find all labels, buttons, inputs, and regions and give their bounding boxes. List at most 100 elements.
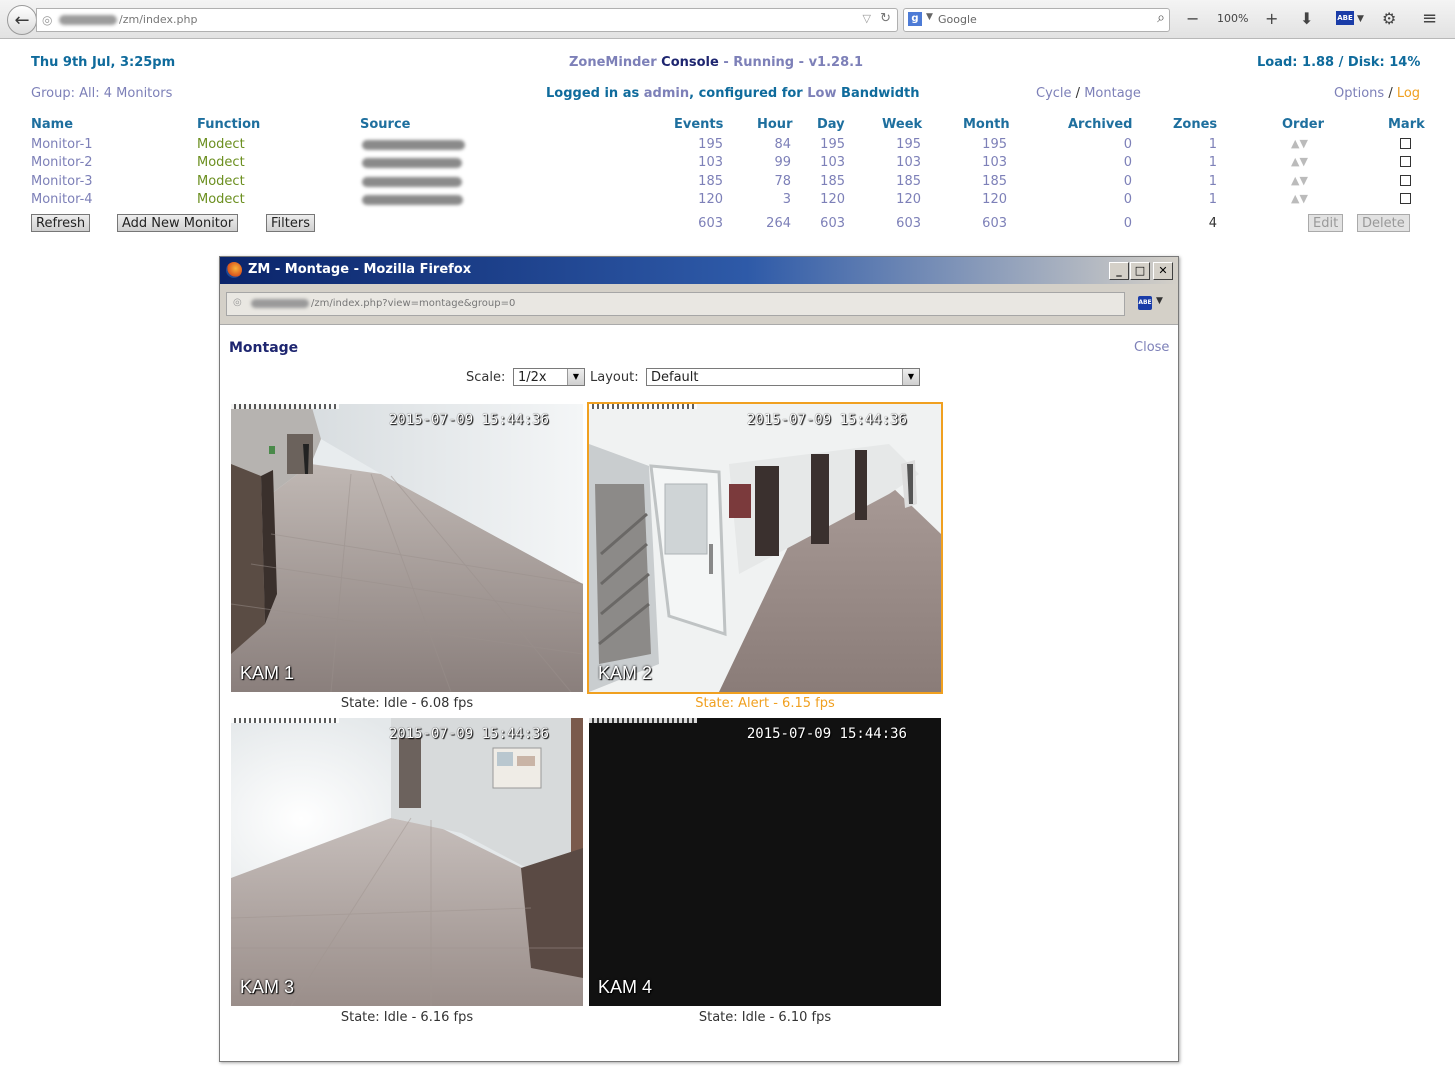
week-count[interactable]: 120 xyxy=(880,192,921,207)
version-link[interactable]: v1.28.1 xyxy=(809,55,864,70)
options-link[interactable]: Options xyxy=(1334,86,1384,101)
layout-select[interactable]: Default ▼ xyxy=(646,368,920,386)
col-header-function[interactable]: Function xyxy=(197,117,260,132)
monitor-function-link[interactable]: Modect xyxy=(197,174,245,189)
adblock-icon[interactable]: ABE xyxy=(1138,296,1152,310)
status-link[interactable]: Running xyxy=(733,55,794,70)
monitor-source-link[interactable] xyxy=(362,177,462,187)
url-history-dropdown-icon[interactable]: ▽ xyxy=(863,12,871,25)
reload-icon[interactable]: ↻ xyxy=(880,11,891,26)
address-bar[interactable]: ◎ /zm/index.php ▽ ↻ xyxy=(36,8,898,32)
day-count[interactable]: 185 xyxy=(805,174,845,189)
monitor-function-link[interactable]: Modect xyxy=(197,155,245,170)
monitor-function-link[interactable]: Modect xyxy=(197,137,245,152)
events-count[interactable]: 103 xyxy=(680,155,723,170)
adblock-icon[interactable]: ABE xyxy=(1336,11,1354,25)
download-icon[interactable]: ⬇ xyxy=(1300,9,1313,28)
archived-count[interactable]: 0 xyxy=(1090,174,1132,189)
col-header-week[interactable]: Week xyxy=(882,117,922,132)
camera-feed-kam3[interactable]: 2015-07-09 15:44:36 KAM 3 xyxy=(231,718,583,1006)
col-header-month[interactable]: Month xyxy=(963,117,1010,132)
col-header-name[interactable]: Name xyxy=(31,117,73,132)
mark-checkbox[interactable] xyxy=(1400,156,1411,167)
events-count[interactable]: 120 xyxy=(680,192,723,207)
camera-feed-kam1[interactable]: 2015-07-09 15:44:36 KAM 1 xyxy=(231,404,583,692)
close-link[interactable]: Close xyxy=(1134,340,1169,355)
delete-button[interactable]: Delete xyxy=(1357,214,1410,232)
maximize-icon[interactable]: □ xyxy=(1130,262,1150,280)
col-header-archived[interactable]: Archived xyxy=(1068,117,1133,132)
refresh-button[interactable]: Refresh xyxy=(31,214,91,232)
col-header-source[interactable]: Source xyxy=(360,117,410,132)
camera-feed-kam2[interactable]: 2015-07-09 15:44:36 KAM 2 xyxy=(587,402,943,694)
monitor-source-link[interactable] xyxy=(362,140,465,150)
order-arrows-icon[interactable]: ▲▼ xyxy=(1291,155,1308,168)
cycle-link[interactable]: Cycle xyxy=(1036,86,1072,101)
edit-button[interactable]: Edit xyxy=(1308,214,1344,232)
col-header-events[interactable]: Events xyxy=(674,117,723,132)
month-count[interactable]: 185 xyxy=(966,174,1007,189)
monitor-name-link[interactable]: Monitor-3 xyxy=(31,174,93,189)
order-arrows-icon[interactable]: ▲▼ xyxy=(1291,174,1308,187)
col-header-day[interactable]: Day xyxy=(817,117,845,132)
log-link[interactable]: Log xyxy=(1397,86,1420,101)
week-count[interactable]: 185 xyxy=(880,174,921,189)
month-count[interactable]: 103 xyxy=(966,155,1007,170)
minimize-icon[interactable]: _ xyxy=(1109,262,1129,280)
order-arrows-icon[interactable]: ▲▼ xyxy=(1291,192,1308,205)
window-titlebar[interactable]: ZM - Montage - Mozilla Firefox _ □ ✕ xyxy=(220,257,1178,284)
zones-count[interactable]: 1 xyxy=(1175,155,1217,170)
col-header-zones[interactable]: Zones xyxy=(1173,117,1217,132)
mark-checkbox[interactable] xyxy=(1400,175,1411,186)
back-button[interactable]: ← xyxy=(7,5,37,35)
group-value[interactable]: All: xyxy=(79,86,100,101)
order-arrows-icon[interactable]: ▲▼ xyxy=(1291,137,1308,150)
zoom-out-icon[interactable]: − xyxy=(1186,9,1199,28)
day-count[interactable]: 103 xyxy=(805,155,845,170)
zones-count[interactable]: 1 xyxy=(1175,137,1217,152)
camera-feed-kam4[interactable]: 2015-07-09 15:44:36 KAM 4 xyxy=(589,718,941,1006)
montage-link[interactable]: Montage xyxy=(1084,86,1141,101)
archived-count[interactable]: 0 xyxy=(1090,155,1132,170)
menu-icon[interactable]: ≡ xyxy=(1422,8,1437,29)
group-selector[interactable]: Group: All: 4 Monitors xyxy=(31,86,172,101)
bandwidth-link[interactable]: Low xyxy=(807,86,836,101)
day-count[interactable]: 120 xyxy=(805,192,845,207)
archived-count[interactable]: 0 xyxy=(1090,137,1132,152)
search-icon[interactable]: ⌕ xyxy=(1157,10,1165,26)
events-count[interactable]: 195 xyxy=(680,137,723,152)
gear-icon[interactable]: ⚙ xyxy=(1382,9,1396,28)
week-count[interactable]: 103 xyxy=(880,155,921,170)
close-icon[interactable]: ✕ xyxy=(1153,262,1173,280)
zoom-level[interactable]: 100% xyxy=(1217,12,1248,25)
hour-count[interactable]: 3 xyxy=(750,192,791,207)
monitor-name-link[interactable]: Monitor-2 xyxy=(31,155,93,170)
day-count[interactable]: 195 xyxy=(805,137,845,152)
adblock-dropdown-icon[interactable]: ▼ xyxy=(1357,14,1364,24)
monitor-source-link[interactable] xyxy=(362,158,462,168)
zones-count[interactable]: 1 xyxy=(1175,174,1217,189)
events-count[interactable]: 185 xyxy=(680,174,723,189)
mark-checkbox[interactable] xyxy=(1400,193,1411,204)
zones-count[interactable]: 1 xyxy=(1175,192,1217,207)
month-count[interactable]: 120 xyxy=(966,192,1007,207)
monitor-source-link[interactable] xyxy=(362,195,463,205)
monitor-function-link[interactable]: Modect xyxy=(197,192,245,207)
zoom-in-icon[interactable]: + xyxy=(1265,9,1278,28)
hour-count[interactable]: 78 xyxy=(750,174,791,189)
adblock-dropdown-icon[interactable]: ▼ xyxy=(1156,296,1163,306)
scale-select[interactable]: 1/2x ▼ xyxy=(513,368,585,386)
archived-count[interactable]: 0 xyxy=(1090,192,1132,207)
hour-count[interactable]: 84 xyxy=(750,137,791,152)
hour-count[interactable]: 99 xyxy=(750,155,791,170)
monitor-name-link[interactable]: Monitor-1 xyxy=(31,137,93,152)
search-engine-dropdown-icon[interactable]: ▼ xyxy=(926,12,933,22)
col-header-hour[interactable]: Hour xyxy=(757,117,792,132)
monitor-name-link[interactable]: Monitor-4 xyxy=(31,192,93,207)
filters-button[interactable]: Filters xyxy=(266,214,315,232)
search-bar[interactable]: g ▼ Google ⌕ xyxy=(903,8,1170,32)
month-count[interactable]: 195 xyxy=(966,137,1007,152)
user-link[interactable]: admin xyxy=(644,86,689,101)
google-icon[interactable]: g xyxy=(908,12,922,26)
week-count[interactable]: 195 xyxy=(880,137,921,152)
